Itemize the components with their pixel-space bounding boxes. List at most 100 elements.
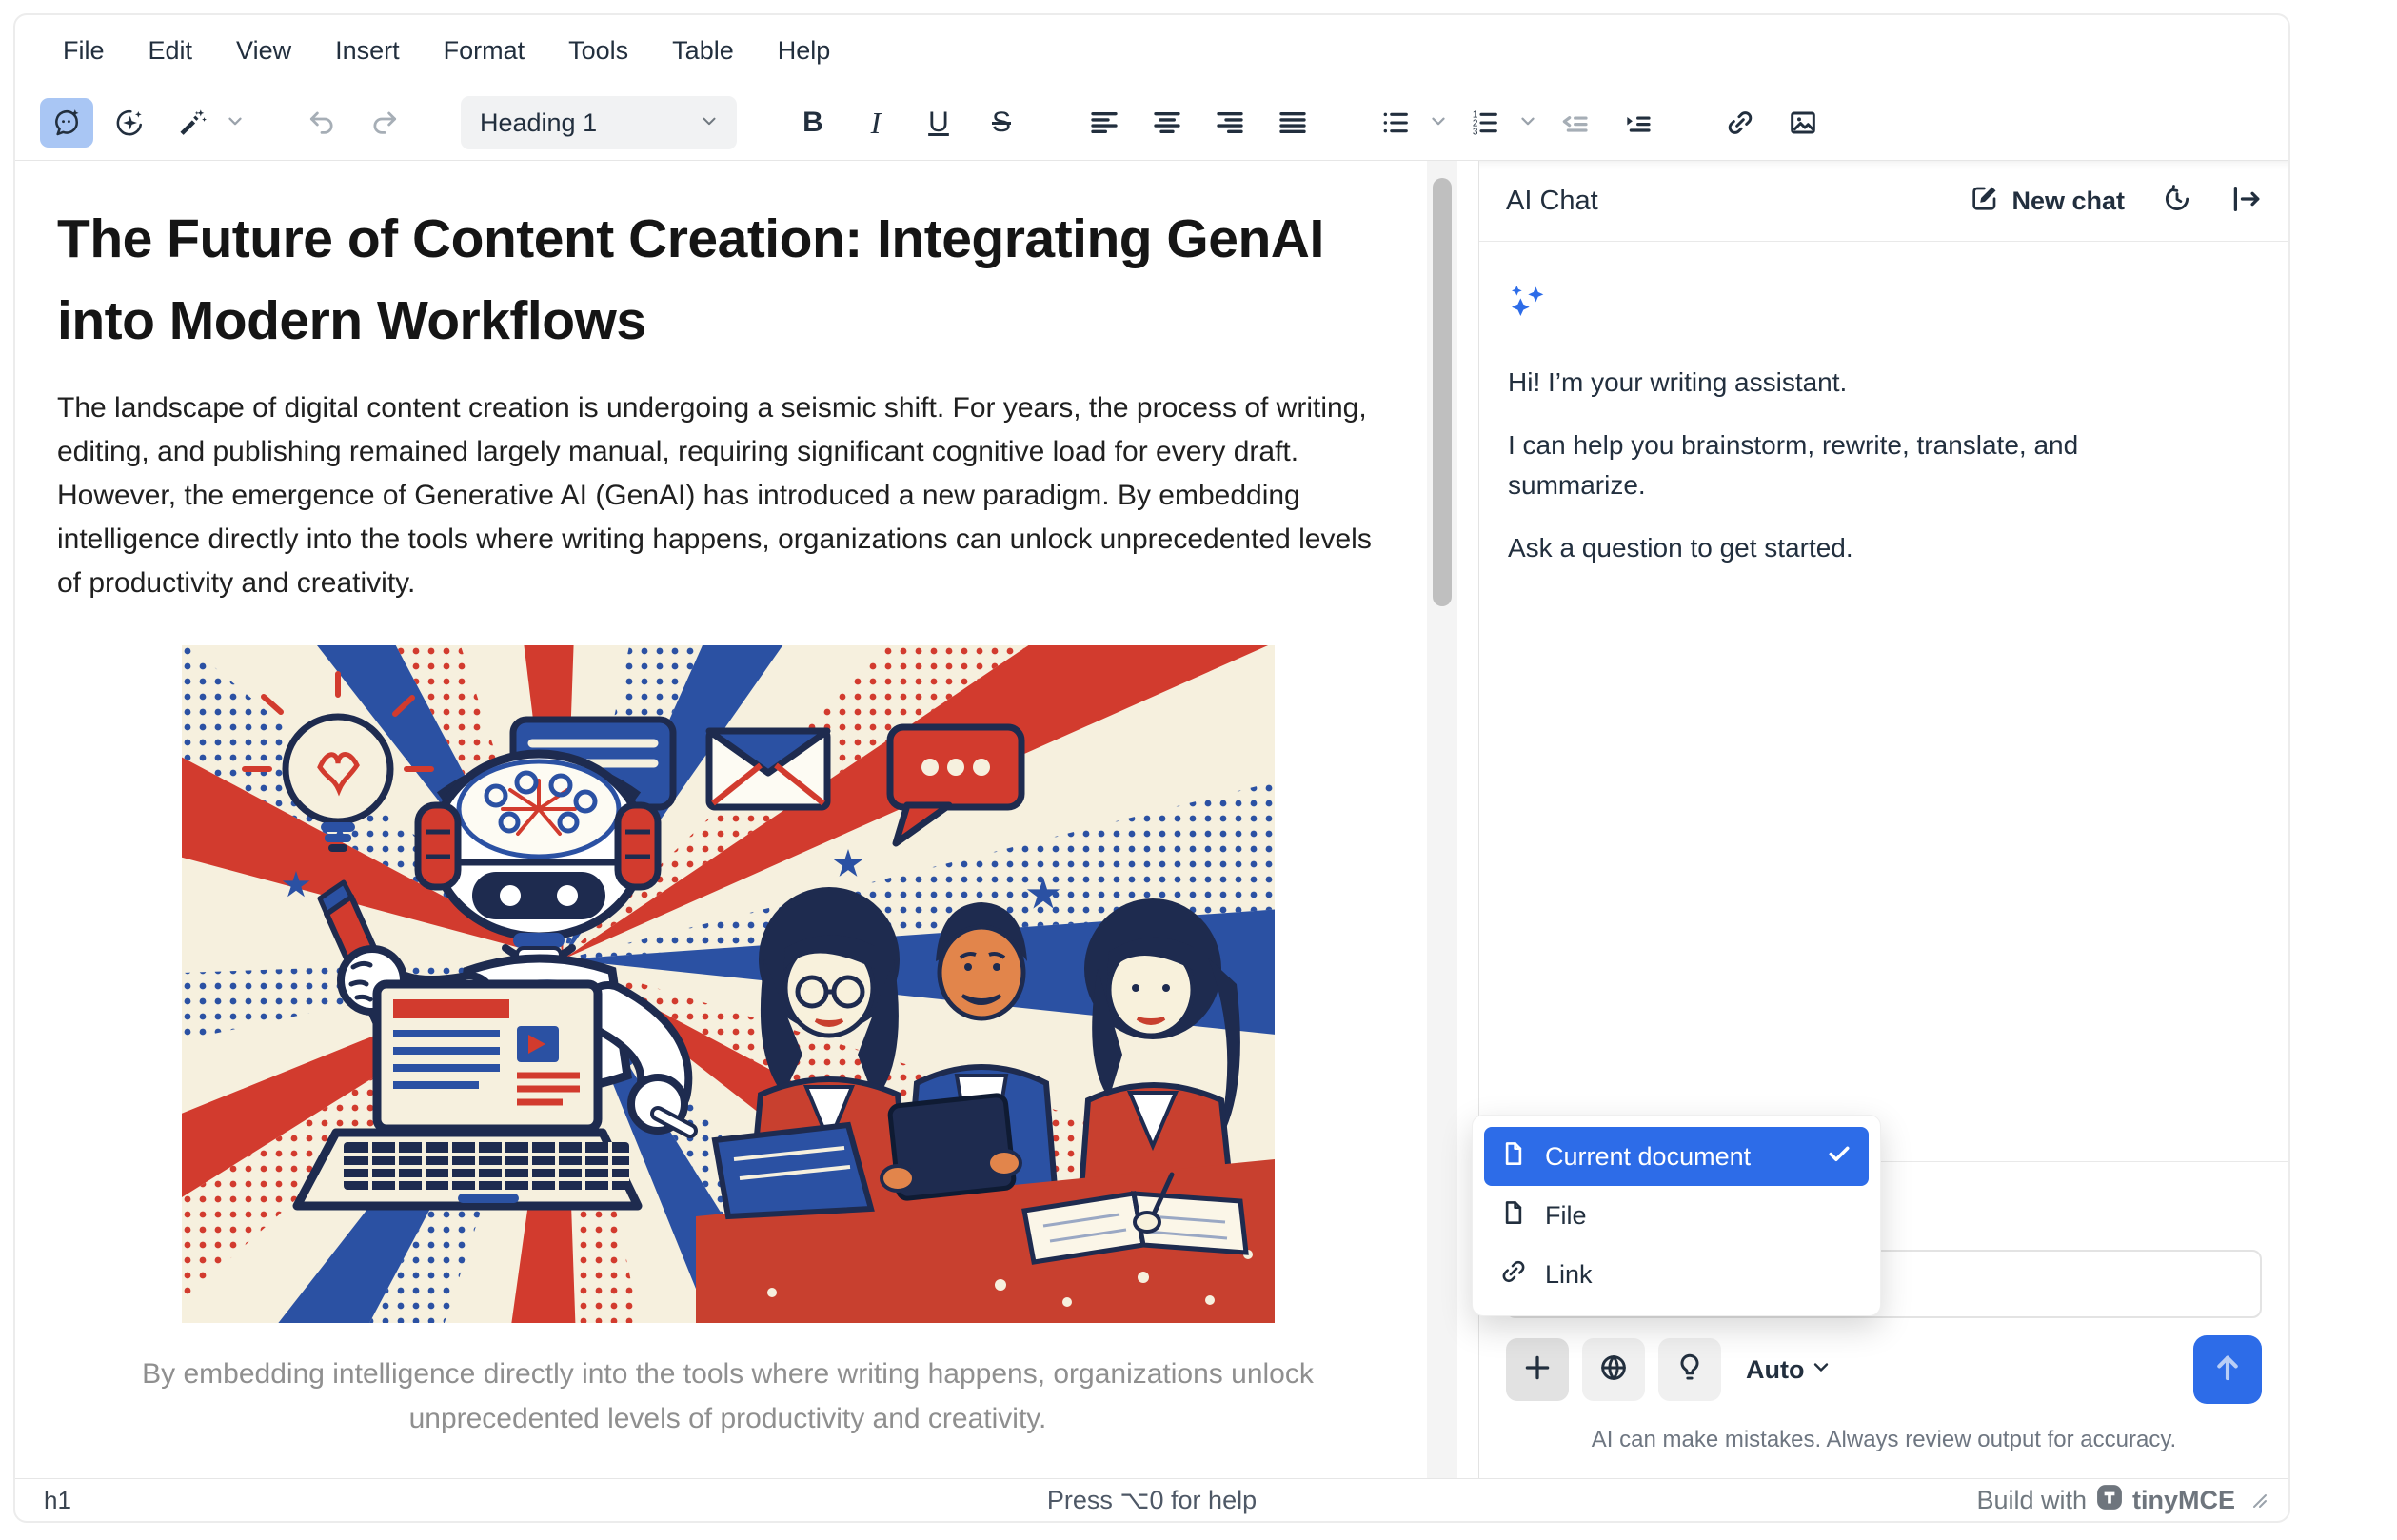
check-icon bbox=[1825, 1139, 1853, 1175]
link-icon bbox=[1725, 108, 1755, 138]
bold-button[interactable]: B bbox=[786, 98, 840, 148]
ai-chat-header: AI Chat New chat bbox=[1479, 161, 2288, 242]
tablet-motif bbox=[882, 1095, 1020, 1199]
menu-file[interactable]: File bbox=[48, 29, 120, 73]
document-paragraph[interactable]: The landscape of digital content creatio… bbox=[57, 386, 1398, 605]
editor-pane: The Future of Content Creation: Integrat… bbox=[15, 161, 1478, 1478]
context-option-label: File bbox=[1545, 1201, 1587, 1231]
assistant-message: Hi! I’m your writing assistant. bbox=[1508, 363, 2212, 403]
send-button[interactable] bbox=[2193, 1335, 2262, 1404]
ai-sparkle-circle-icon bbox=[114, 108, 145, 138]
workspace: The Future of Content Creation: Integrat… bbox=[15, 161, 2288, 1478]
magic-wand-icon bbox=[177, 108, 208, 138]
align-left-icon bbox=[1089, 108, 1119, 138]
block-format-value: Heading 1 bbox=[480, 109, 597, 138]
toolbar: Heading 1 B I U S bbox=[15, 86, 2288, 161]
strikethrough-glyph: S bbox=[992, 107, 1011, 139]
close-sidebar-icon[interactable] bbox=[2229, 183, 2262, 220]
document-heading[interactable]: The Future of Content Creation: Integrat… bbox=[57, 199, 1398, 362]
block-format-select[interactable]: Heading 1 bbox=[461, 96, 737, 149]
help-shortcut-hint: Press ⌥0 for help bbox=[1047, 1486, 1257, 1515]
menu-insert[interactable]: Insert bbox=[320, 29, 415, 73]
ai-chat-title: AI Chat bbox=[1506, 186, 1598, 217]
svg-text:3: 3 bbox=[1473, 127, 1478, 137]
ai-sparkles-icon bbox=[1508, 307, 1546, 324]
chevron-down-icon[interactable] bbox=[1517, 110, 1538, 136]
outdent-button[interactable] bbox=[1548, 98, 1601, 148]
align-center-icon bbox=[1152, 108, 1182, 138]
numbered-list-button[interactable]: 1 2 3 bbox=[1458, 98, 1512, 148]
align-center-button[interactable] bbox=[1140, 98, 1194, 148]
editor-content[interactable]: The Future of Content Creation: Integrat… bbox=[15, 161, 1478, 1441]
chevron-down-icon bbox=[1810, 1355, 1832, 1385]
italic-button[interactable]: I bbox=[849, 98, 902, 148]
ai-chat-toggle-button[interactable] bbox=[40, 98, 93, 148]
chat-history-icon[interactable] bbox=[2161, 183, 2193, 220]
lightbulb-icon bbox=[1674, 1352, 1706, 1389]
align-justify-button[interactable] bbox=[1266, 98, 1319, 148]
branding-prefix: Build with bbox=[1976, 1486, 2087, 1515]
indent-button[interactable] bbox=[1611, 98, 1664, 148]
web-search-button[interactable] bbox=[1582, 1338, 1645, 1401]
undo-button[interactable] bbox=[295, 98, 348, 148]
image-icon bbox=[1788, 108, 1818, 138]
menu-format[interactable]: Format bbox=[428, 29, 541, 73]
align-right-button[interactable] bbox=[1203, 98, 1257, 148]
image-caption[interactable]: By embedding intelligence directly into … bbox=[95, 1352, 1361, 1441]
bullet-list-icon bbox=[1380, 108, 1411, 138]
tinymce-logo-icon bbox=[2096, 1484, 2123, 1517]
context-option-file[interactable]: File bbox=[1484, 1186, 1869, 1245]
menu-view[interactable]: View bbox=[221, 29, 307, 73]
element-path[interactable]: h1 bbox=[44, 1486, 71, 1515]
chevron-down-icon[interactable] bbox=[1428, 110, 1449, 136]
context-option-label: Current document bbox=[1545, 1142, 1751, 1172]
arrow-up-icon bbox=[2209, 1350, 2246, 1391]
model-selector[interactable]: Auto bbox=[1746, 1355, 1832, 1385]
resize-grip[interactable] bbox=[2247, 1486, 2268, 1515]
redo-icon bbox=[369, 108, 400, 138]
add-context-button[interactable] bbox=[1506, 1338, 1569, 1401]
ai-chat-panel: AI Chat New chat bbox=[1478, 161, 2288, 1478]
editor-window: File Edit View Insert Format Tools Table… bbox=[13, 13, 2290, 1523]
new-chat-button[interactable]: New chat bbox=[1970, 183, 2125, 220]
new-chat-label: New chat bbox=[2011, 187, 2125, 216]
ai-shortcuts-button[interactable] bbox=[103, 98, 156, 148]
plus-icon bbox=[1521, 1352, 1554, 1389]
align-left-button[interactable] bbox=[1078, 98, 1131, 148]
document-icon bbox=[1499, 1198, 1528, 1234]
strikethrough-button[interactable]: S bbox=[975, 98, 1028, 148]
compose-icon bbox=[1970, 183, 2000, 220]
insert-image-button[interactable] bbox=[1776, 98, 1830, 148]
document-icon bbox=[1499, 1139, 1528, 1175]
menubar: File Edit View Insert Format Tools Table… bbox=[15, 15, 2288, 86]
menu-help[interactable]: Help bbox=[763, 29, 846, 73]
document-illustration[interactable] bbox=[182, 645, 1275, 1323]
link-button[interactable] bbox=[1714, 98, 1767, 148]
editor-scrollbar[interactable] bbox=[1427, 161, 1457, 1478]
branding: Build with tinyMCE bbox=[1976, 1484, 2235, 1517]
context-option-label: Link bbox=[1545, 1260, 1593, 1290]
undo-icon bbox=[307, 108, 337, 138]
menu-edit[interactable]: Edit bbox=[133, 29, 208, 73]
bold-glyph: B bbox=[802, 107, 823, 139]
bullet-list-button[interactable] bbox=[1369, 98, 1422, 148]
globe-icon bbox=[1597, 1352, 1630, 1389]
chevron-down-icon[interactable] bbox=[225, 110, 246, 136]
align-justify-icon bbox=[1278, 108, 1308, 138]
ai-rewrite-button[interactable] bbox=[166, 98, 219, 148]
italic-glyph: I bbox=[871, 106, 882, 141]
prompt-actions: Auto bbox=[1506, 1335, 2262, 1404]
underline-button[interactable]: U bbox=[912, 98, 965, 148]
context-dropdown: Current document File bbox=[1472, 1115, 1881, 1316]
menu-tools[interactable]: Tools bbox=[553, 29, 644, 73]
statusbar: h1 Press ⌥0 for help Build with tinyMCE bbox=[15, 1478, 2288, 1521]
context-option-link[interactable]: Link bbox=[1484, 1245, 1869, 1304]
branding-name: tinyMCE bbox=[2132, 1486, 2235, 1515]
redo-button[interactable] bbox=[358, 98, 411, 148]
menu-table[interactable]: Table bbox=[657, 29, 749, 73]
suggestions-button[interactable] bbox=[1658, 1338, 1721, 1401]
editor-scrollbar-thumb[interactable] bbox=[1433, 178, 1452, 606]
context-option-current-document[interactable]: Current document bbox=[1484, 1127, 1869, 1186]
numbered-list-icon: 1 2 3 bbox=[1470, 108, 1500, 138]
ai-chat-bubble-icon bbox=[51, 108, 82, 138]
